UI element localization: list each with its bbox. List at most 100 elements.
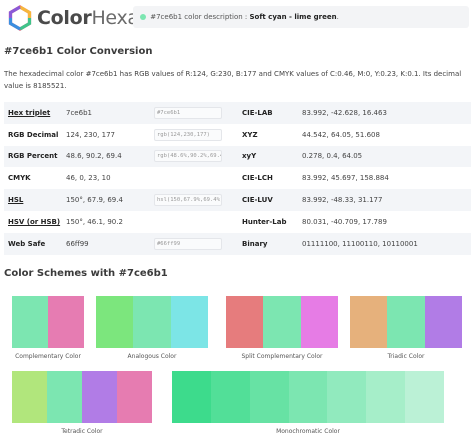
table-row-cie-lab: CIE-LAB 83.992, -42.628, 16.463 (237, 102, 471, 124)
scheme-monochromatic-color: Monochromatic Color (172, 371, 445, 435)
table-row-cie-lch: CIE-LCH 83.992, 45.697, 158.884 (237, 167, 471, 189)
scheme-swatches (172, 371, 445, 423)
row-value: 0.278, 0.4, 64.05 (302, 152, 363, 161)
row-label: CIE-LCH (242, 174, 273, 183)
colorhexa-logo[interactable]: ColorHexa (7, 4, 139, 32)
table-row-rgb-percent: RGB Percent 48.6, 90.2, 69.4 rgb(48.6%,90.… (4, 145, 238, 168)
description-suffix: . (336, 13, 339, 21)
logo-ring-icon (8, 5, 32, 31)
color-swatch[interactable] (96, 296, 134, 348)
description-hex: #7ce6b1 (150, 13, 183, 21)
row-label: xyY (242, 152, 257, 161)
color-swatch[interactable] (249, 371, 289, 423)
row-value: 48.6, 90.2, 69.4 (66, 152, 122, 161)
table-row-hunter-lab: Hunter-Lab 80.031, -40.709, 17.789 (237, 211, 471, 233)
row-value: 66ff99 (66, 239, 89, 248)
css-value-field[interactable]: rgb(124,230,177) (154, 128, 222, 141)
row-label: XYZ (242, 130, 258, 139)
conversion-table-right: CIE-LAB 83.992, -42.628, 16.463 XYZ 44.542,… (237, 102, 471, 255)
color-swatch[interactable] (405, 371, 445, 423)
color-description-bar: #7ce6b1 color description : Soft cyan - … (133, 6, 469, 28)
table-row-web-safe: Web Safe 66ff99 #66ff99 (4, 232, 238, 255)
scheme-caption: Split Complementary Color (241, 353, 323, 360)
row-label: Hunter-Lab (242, 217, 287, 226)
color-swatch[interactable] (327, 371, 367, 423)
scheme-caption: Complementary Color (15, 353, 81, 360)
scheme-caption: Triadic Color (387, 353, 425, 360)
css-value-field[interactable]: rgb(48.6%,90.2%,69.4%) (154, 150, 222, 163)
table-row-cmyk: CMYK 46, 0, 23, 10 (4, 167, 238, 189)
color-swatch[interactable] (210, 371, 250, 423)
scheme-caption: Monochromatic Color (276, 428, 340, 435)
css-value-field[interactable]: #66ff99 (154, 237, 222, 250)
css-value-field[interactable]: #7ce6b1 (154, 106, 222, 119)
conversion-table-left: Hex triplet 7ce6b1 #7ce6b1 RGB Decimal 124, … (4, 102, 238, 255)
color-swatch[interactable] (172, 371, 211, 423)
color-swatch[interactable] (12, 296, 48, 348)
color-swatch[interactable] (12, 371, 47, 423)
table-row-xyz: XYZ 44.542, 64.05, 51.608 (237, 124, 471, 146)
row-label[interactable]: HSL (4, 196, 66, 204)
color-swatch[interactable] (117, 371, 152, 423)
color-swatch[interactable] (424, 296, 462, 348)
row-value: 83.992, 45.697, 158.884 (302, 174, 389, 183)
scheme-caption: Tetradic Color (61, 428, 103, 435)
color-swatch[interactable] (133, 296, 171, 348)
row-label: Binary (242, 239, 268, 248)
row-label: RGB Decimal (8, 130, 59, 139)
row-value: 83.992, -42.628, 16.463 (302, 108, 387, 117)
description-prefix: color description : (184, 13, 248, 21)
scheme-swatches (12, 371, 152, 423)
row-value: 124, 230, 177 (66, 130, 115, 139)
site-header: ColorHexa #7ce6b1 color description : So… (0, 0, 474, 36)
color-swatch[interactable] (48, 296, 84, 348)
color-swatch[interactable] (226, 296, 264, 348)
color-swatch[interactable] (82, 371, 117, 423)
color-swatch[interactable] (300, 296, 338, 348)
row-label: Web Safe (8, 239, 46, 248)
row-value: 150°, 67.9, 69.4 (66, 196, 123, 205)
scheme-tetradic-color: Tetradic Color (12, 371, 152, 435)
row-label: CIE-LAB (242, 108, 273, 117)
color-swatch[interactable] (366, 371, 406, 423)
row-label: RGB Percent (8, 152, 58, 161)
color-swatch-dot (140, 14, 146, 20)
css-value-field[interactable]: hsl(150,67.9%,69.4%) (154, 194, 222, 207)
scheme-swatches (350, 296, 462, 348)
table-row-binary: Binary 01111100, 11100110, 10110001 (237, 232, 471, 255)
scheme-split-complementary-color: Split Complementary Color (226, 296, 338, 360)
row-value: 7ce6b1 (66, 108, 92, 117)
row-label: CIE-LUV (242, 196, 273, 205)
scheme-analogous-color: Analogous Color (96, 296, 208, 360)
logo-text: ColorHexa (37, 7, 139, 29)
table-row-hex-triplet: Hex triplet 7ce6b1 #7ce6b1 (4, 102, 238, 124)
table-row-hsl: HSL 150°, 67.9, 69.4 hsl(150,67.9%,69.4%) (4, 189, 238, 211)
scheme-triadic-color: Triadic Color (350, 296, 462, 360)
color-swatch[interactable] (350, 296, 388, 348)
conversion-title: #7ce6b1 Color Conversion (4, 46, 153, 57)
row-value: 46, 0, 23, 10 (66, 174, 111, 183)
table-row-xyy: xyY 0.278, 0.4, 64.05 (237, 145, 471, 168)
color-swatch[interactable] (47, 371, 82, 423)
scheme-complementary-color: Complementary Color (12, 296, 84, 360)
description-text: Soft cyan - lime green (249, 13, 337, 21)
table-row-cie-luv: CIE-LUV 83.992, -48.33, 31.177 (237, 189, 471, 211)
row-value: 80.031, -40.709, 17.789 (302, 217, 387, 226)
row-value: 44.542, 64.05, 51.608 (302, 130, 380, 139)
row-value: 83.992, -48.33, 31.177 (302, 196, 383, 205)
scheme-caption: Analogous Color (127, 353, 177, 360)
row-value: 150°, 46.1, 90.2 (66, 217, 123, 226)
color-swatch[interactable] (170, 296, 208, 348)
conversion-paragraph: The hexadecimal color #7ce6b1 has RGB va… (4, 70, 462, 90)
scheme-swatches (226, 296, 338, 348)
color-swatch[interactable] (288, 371, 328, 423)
scheme-swatches (96, 296, 208, 348)
color-swatch[interactable] (263, 296, 301, 348)
schemes-title: Color Schemes with #7ce6b1 (4, 268, 168, 279)
table-row-hsv-or-hsb: HSV (or HSB) 150°, 46.1, 90.2 (4, 211, 238, 233)
row-label[interactable]: Hex triplet (4, 109, 66, 117)
color-swatch[interactable] (387, 296, 425, 348)
row-value: 01111100, 11100110, 10110001 (302, 239, 418, 248)
table-row-rgb-decimal: RGB Decimal 124, 230, 177 rgb(124,230,177) (4, 124, 238, 146)
row-label[interactable]: HSV (or HSB) (4, 218, 66, 226)
